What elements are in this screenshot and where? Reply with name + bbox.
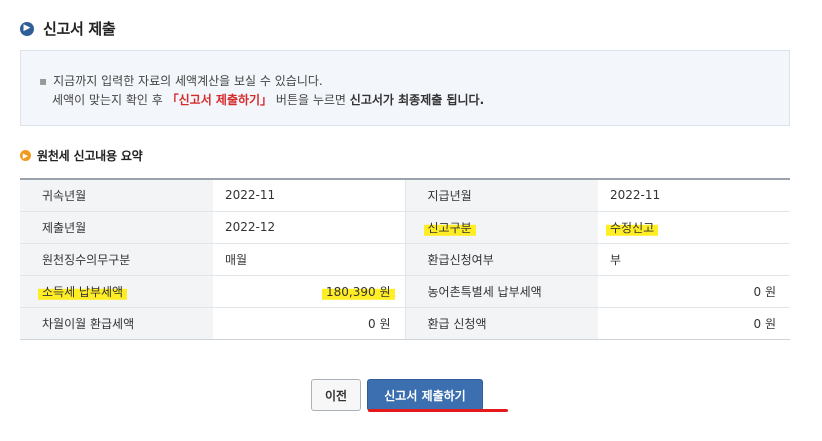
row-value: 0 원 <box>598 307 790 340</box>
row-label: 환급 신청액 <box>404 307 598 340</box>
row-value: 2022-12 <box>213 211 405 244</box>
arrow-circle-icon: ▶ <box>20 21 34 36</box>
table-row: 제출년월 2022-12 신고구분 수정신고 <box>20 211 790 244</box>
notice-line-2: 세액이 맞는지 확인 후 「신고서 제출하기」 버튼을 누르면 신고서가 최종제… <box>39 91 789 110</box>
table-row: 차월이월 환급세액 0 원 환급 신청액 0 원 <box>20 307 790 340</box>
row-value: 2022-11 <box>213 179 405 212</box>
button-row: 이전 신고서 제출하기 <box>0 379 822 411</box>
notice-box: ▪ 지금까지 입력한 자료의 세액계산을 보실 수 있습니다. 세액이 맞는지 … <box>20 50 790 126</box>
summary-table: 귀속년월 2022-11 지급년월 2022-11 제출년월 2022-12 신… <box>20 178 790 340</box>
row-value: 0 원 <box>598 275 790 308</box>
row-label: 귀속년월 <box>20 179 213 212</box>
row-label: 신고구분 <box>404 211 598 244</box>
highlighted-value: 180,390 원 <box>326 284 391 299</box>
row-label: 소득세 납부세액 <box>20 275 213 308</box>
prev-button[interactable]: 이전 <box>311 379 361 411</box>
row-value: 매월 <box>213 243 405 276</box>
highlighted-value: 수정신고 <box>610 220 655 235</box>
bullet-icon: ▪ <box>39 74 48 88</box>
notice-text-2-mid: 버튼을 누르면 <box>272 93 350 107</box>
section-header: ▶ 원천세 신고내용 요약 <box>20 147 143 164</box>
notice-submit-emphasis: 「신고서 제출하기」 <box>166 93 273 107</box>
notice-text-1: 지금까지 입력한 자료의 세액계산을 보실 수 있습니다. <box>53 74 323 88</box>
row-label: 제출년월 <box>20 211 213 244</box>
submit-return-button[interactable]: 신고서 제출하기 <box>367 379 483 411</box>
table-row: 원천징수의무구분 매월 환급신청여부 부 <box>20 243 790 276</box>
row-value: 수정신고 <box>598 211 790 244</box>
notice-final-emphasis: 신고서가 최종제출 됩니다. <box>349 93 485 107</box>
row-label: 환급신청여부 <box>404 243 598 276</box>
red-underline-annotation <box>368 409 508 412</box>
orange-arrow-circle-icon: ▶ <box>20 150 31 161</box>
row-label: 차월이월 환급세액 <box>20 307 213 340</box>
table-row: 귀속년월 2022-11 지급년월 2022-11 <box>20 179 790 212</box>
row-value: 0 원 <box>213 307 405 340</box>
row-label: 지급년월 <box>404 179 598 212</box>
row-value: 2022-11 <box>598 179 790 212</box>
notice-line-1: ▪ 지금까지 입력한 자료의 세액계산을 보실 수 있습니다. <box>39 72 789 91</box>
row-value: 180,390 원 <box>213 275 405 308</box>
notice-text-2-pre: 세액이 맞는지 확인 후 <box>52 93 167 107</box>
row-label: 농어촌특별세 납부세액 <box>404 275 598 308</box>
highlighted-label: 신고구분 <box>427 220 472 235</box>
row-value: 부 <box>598 243 790 276</box>
row-label: 원천징수의무구분 <box>20 243 213 276</box>
section-title: 원천세 신고내용 요약 <box>37 149 143 163</box>
highlighted-label: 소득세 납부세액 <box>42 284 124 299</box>
page-title: 신고서 제출 <box>43 20 116 38</box>
page-header: ▶ 신고서 제출 <box>20 18 116 39</box>
table-row: 소득세 납부세액 180,390 원 농어촌특별세 납부세액 0 원 <box>20 275 790 308</box>
